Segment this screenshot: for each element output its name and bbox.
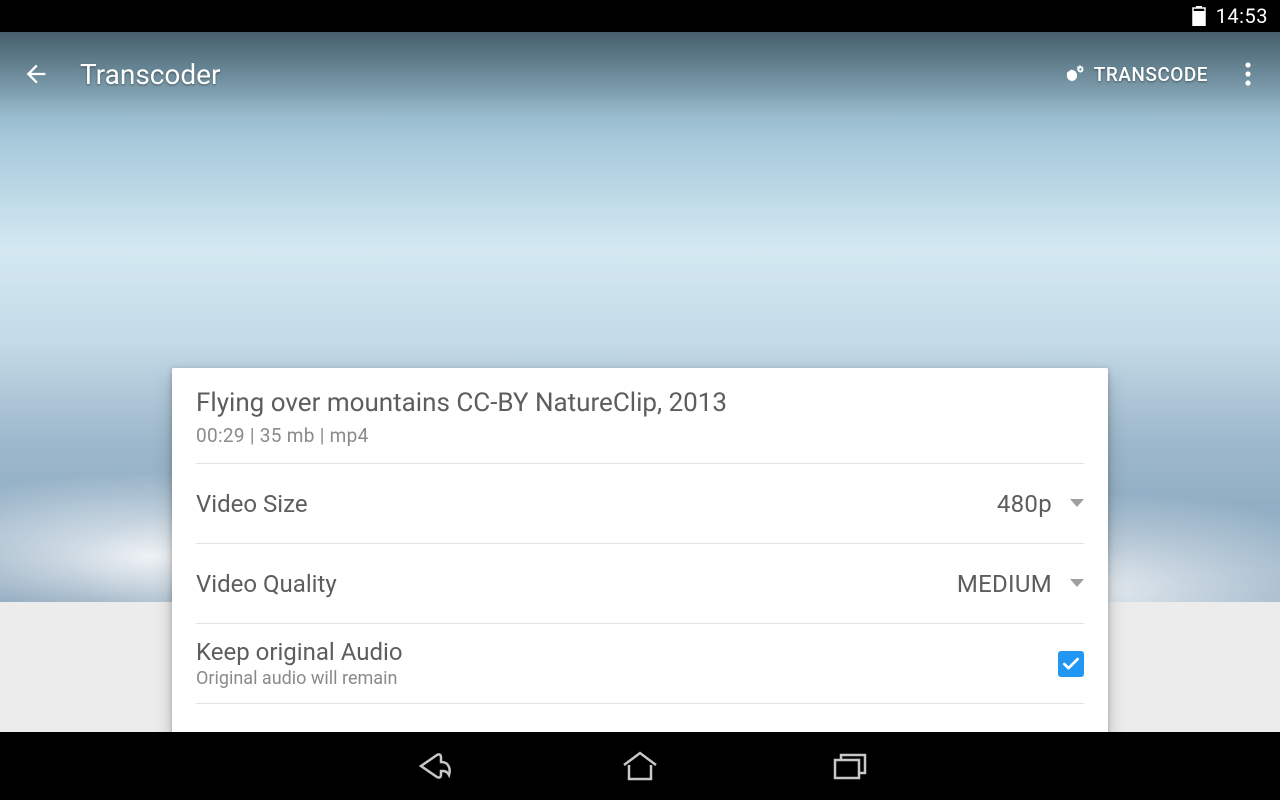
keep-audio-row[interactable]: Keep original Audio Original audio will … xyxy=(196,624,1084,704)
nav-recents-icon xyxy=(830,749,870,783)
settings-card: Flying over mountains CC-BY NatureClip, … xyxy=(172,368,1108,732)
video-quality-row[interactable]: Video Quality MEDIUM xyxy=(196,544,1084,624)
more-vert-icon xyxy=(1245,62,1251,86)
overflow-menu-button[interactable] xyxy=(1232,50,1264,98)
video-title: Flying over mountains CC-BY NatureClip, … xyxy=(196,388,1084,418)
next-row-peek xyxy=(196,704,1084,732)
app-bar: Transcoder xyxy=(0,32,1280,116)
video-size-row[interactable]: Video Size 480p xyxy=(196,464,1084,544)
android-status-bar: 14:53 xyxy=(0,0,1280,32)
nav-back-icon xyxy=(407,749,453,783)
keep-audio-sub: Original audio will remain xyxy=(196,668,1058,689)
app-title: Transcoder xyxy=(80,58,221,91)
video-size-value: 480p xyxy=(997,490,1052,518)
battery-icon xyxy=(1192,6,1206,26)
arrow-back-icon xyxy=(22,60,50,88)
nav-home-button[interactable] xyxy=(610,736,670,796)
transcode-button[interactable]: TRANSCODE xyxy=(1062,62,1208,86)
back-button[interactable] xyxy=(16,50,56,98)
keep-audio-label: Keep original Audio xyxy=(196,638,1058,666)
nav-recents-button[interactable] xyxy=(820,736,880,796)
status-time: 14:53 xyxy=(1216,4,1268,28)
nav-back-button[interactable] xyxy=(400,736,460,796)
video-quality-label: Video Quality xyxy=(196,570,957,598)
android-nav-bar xyxy=(0,732,1280,800)
keep-audio-checkbox[interactable] xyxy=(1058,651,1084,677)
video-size-label: Video Size xyxy=(196,490,997,518)
transcode-button-label: TRANSCODE xyxy=(1094,63,1208,86)
dropdown-icon xyxy=(1070,579,1084,589)
video-meta: 00:29 | 35 mb | mp4 xyxy=(196,424,1084,447)
gears-icon xyxy=(1062,62,1086,86)
nav-home-icon xyxy=(620,749,660,783)
check-icon xyxy=(1061,654,1081,674)
dropdown-icon xyxy=(1070,499,1084,509)
video-quality-value: MEDIUM xyxy=(957,570,1052,598)
